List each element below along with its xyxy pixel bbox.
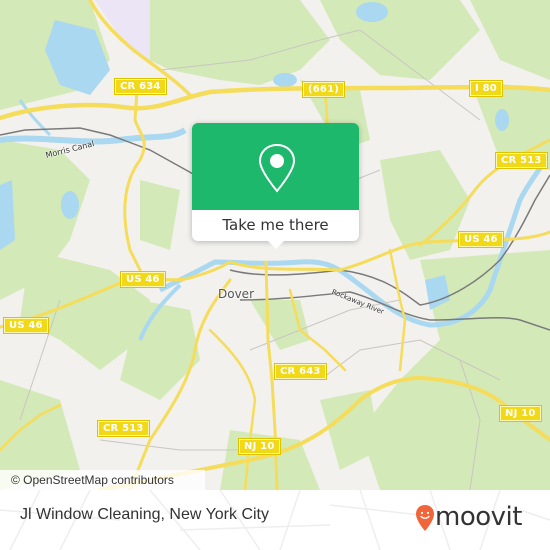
road-shield-cr643: CR 643: [274, 363, 327, 380]
moovit-pin-icon: [416, 505, 434, 531]
road-shield-cr513-sw: CR 513: [97, 420, 150, 437]
road-shield-cr634: CR 634: [114, 78, 167, 95]
road-shield-661: (661): [301, 81, 346, 98]
road-shield-nj10-e: NJ 10: [499, 405, 542, 422]
road-shield-cr513-ne: CR 513: [495, 152, 548, 169]
location-pin-icon: [258, 143, 296, 193]
footer-bar: Jl Window Cleaning, New York City moovit: [0, 490, 550, 550]
road-shield-i80: I 80: [469, 80, 503, 97]
take-me-there-button[interactable]: Take me there: [192, 210, 359, 241]
road-shield-us46-e: US 46: [458, 231, 504, 248]
map-attribution[interactable]: © OpenStreetMap contributors: [0, 470, 205, 490]
popup-pointer: [267, 240, 285, 249]
popup-header[interactable]: [192, 123, 359, 210]
place-label-dover: Dover: [218, 287, 254, 301]
place-title: Jl Window Cleaning, New York City: [20, 506, 269, 523]
destination-popup[interactable]: Take me there: [192, 123, 359, 249]
map-view[interactable]: Dover Morris Canal Rockaway River CR 634…: [0, 0, 550, 490]
road-shield-nj10-c: NJ 10: [238, 438, 281, 455]
moovit-logo[interactable]: moovit: [415, 500, 540, 540]
moovit-wordmark: moovit: [435, 502, 522, 532]
road-shield-us46-w: US 46: [3, 317, 49, 334]
road-shield-us46-c: US 46: [120, 271, 166, 288]
